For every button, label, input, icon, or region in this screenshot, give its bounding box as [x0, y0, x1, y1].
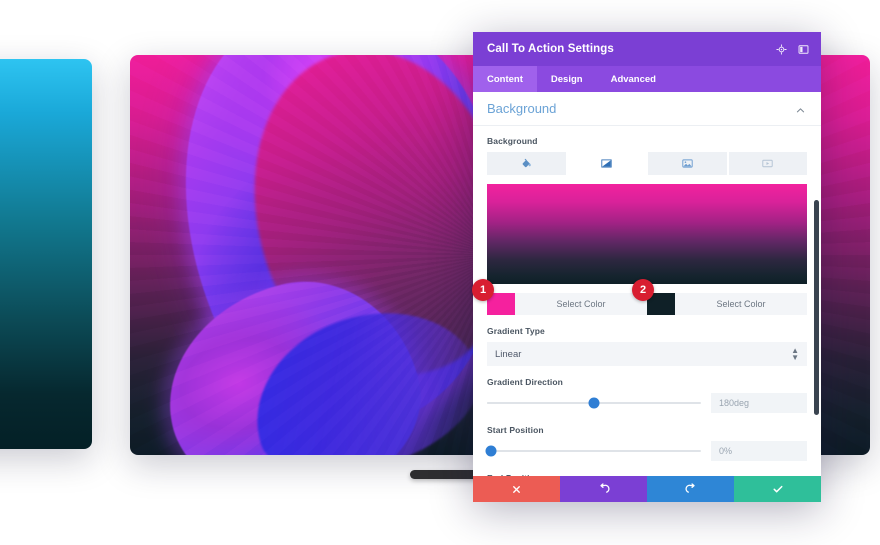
undo-button[interactable]: [560, 476, 647, 502]
modal-header: Call To Action Settings: [473, 32, 821, 66]
start-position-slider-row: 0%: [485, 441, 807, 461]
chevron-up-icon[interactable]: [795, 103, 807, 115]
gradient-preview: [487, 184, 807, 284]
tab-design[interactable]: Design: [537, 66, 597, 92]
step-badge-1: 1: [472, 279, 494, 301]
select-color-button-2[interactable]: Select Color: [675, 299, 807, 309]
step-badge-2: 2: [632, 279, 654, 301]
background-section-header[interactable]: Background: [473, 92, 821, 126]
history-icon[interactable]: [773, 41, 789, 57]
gradient-direction-knob[interactable]: [588, 397, 600, 409]
gradient-stop-2: Select Color: [647, 293, 807, 315]
background-label: Background: [487, 136, 538, 146]
close-icon: [513, 485, 520, 493]
gradient-stop-1: Select Color: [487, 293, 647, 315]
tab-advanced[interactable]: Advanced: [597, 66, 670, 92]
redo-icon: [684, 483, 695, 493]
background-color-tab[interactable]: [487, 152, 566, 175]
start-position-knob[interactable]: [485, 445, 497, 457]
background-video-tab[interactable]: [728, 152, 807, 175]
screenshot-root: Call Your content goes here. Edit or rem…: [0, 0, 880, 545]
undo-icon: [599, 483, 610, 493]
redo-button[interactable]: [647, 476, 734, 502]
cancel-button[interactable]: [473, 476, 560, 502]
start-position-label: Start Position: [487, 425, 544, 435]
background-type-tabs: [487, 152, 807, 175]
image-icon: [682, 159, 693, 168]
modal-tab-bar: Content Design Advanced: [473, 66, 821, 92]
background-gradient-tab[interactable]: [567, 152, 646, 175]
cyan-gradient-card: [0, 59, 92, 449]
gradient-icon: [601, 159, 612, 168]
start-position-value[interactable]: 0%: [711, 441, 807, 461]
gradient-type-label: Gradient Type: [487, 326, 545, 336]
tab-content[interactable]: Content: [473, 66, 537, 92]
modal-title: Call To Action Settings: [487, 43, 614, 55]
background-image-tab[interactable]: [648, 152, 727, 175]
call-to-action-settings-modal: Call To Action Settings Content Design A…: [473, 32, 821, 502]
gradient-direction-slider-row: 180deg: [487, 393, 807, 413]
gradient-direction-value[interactable]: 180deg: [711, 393, 807, 413]
checkmark-icon: [773, 485, 782, 493]
end-position-label: End Position: [487, 473, 807, 476]
background-fields: Background Select Color Select Color Gra…: [473, 126, 821, 476]
paint-bucket-icon: [522, 158, 531, 168]
layout-toggle-icon[interactable]: [795, 41, 811, 57]
gradient-type-select[interactable]: Linear ▲ ▼: [487, 342, 807, 366]
gradient-direction-slider[interactable]: [487, 397, 701, 409]
gradient-direction-label: Gradient Direction: [487, 377, 563, 387]
start-position-slider[interactable]: [485, 445, 701, 457]
modal-footer: [473, 476, 821, 502]
chevron-updown-icon: ▲ ▼: [791, 345, 799, 362]
background-section-title: Background: [487, 101, 557, 116]
video-icon: [762, 159, 773, 168]
select-color-button-1[interactable]: Select Color: [515, 299, 647, 309]
modal-scrollbar-thumb[interactable]: [814, 200, 819, 415]
save-button[interactable]: [734, 476, 821, 502]
gradient-type-value: Linear: [495, 348, 522, 360]
